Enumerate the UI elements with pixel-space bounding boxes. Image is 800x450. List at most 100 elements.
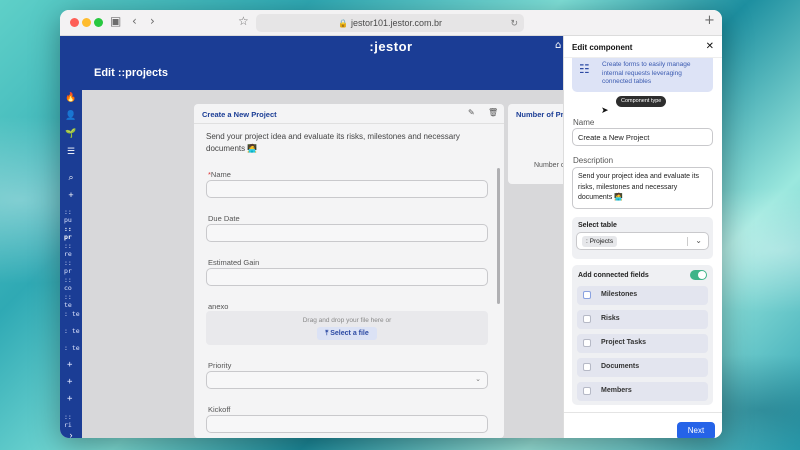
form-description: Send your project idea and evaluate its … — [206, 132, 460, 153]
reload-icon[interactable]: ↻ — [510, 14, 518, 32]
bookmark-star-icon[interactable]: ☆ — [238, 14, 249, 28]
select-table-dropdown[interactable]: : Projects ⌄ — [576, 232, 709, 250]
checkbox[interactable] — [583, 387, 591, 395]
field-label-due-date: Due Date — [208, 214, 240, 223]
list-icon: ☷ — [579, 62, 590, 76]
connected-field-label: Milestones — [601, 291, 638, 298]
new-tab-icon[interactable]: + — [704, 13, 715, 28]
connected-fields-section: Add connected fields Milestones Risks Pr… — [572, 265, 713, 405]
back-icon[interactable]: ‹ — [132, 14, 137, 28]
connected-field-item[interactable]: Risks — [577, 310, 708, 329]
sidebar-item[interactable]: :: pr — [64, 225, 82, 241]
add-icon[interactable]: + — [60, 190, 82, 200]
name-input[interactable] — [206, 180, 488, 198]
flame-icon[interactable]: 🔥 — [60, 92, 82, 103]
home-icon[interactable]: ⌂ — [555, 40, 561, 51]
plant-icon[interactable]: 🌱 — [60, 128, 82, 139]
sidebar-item[interactable]: : te — [64, 327, 80, 335]
card-header: Create a New Project ✎ 🗑 — [194, 104, 504, 124]
panel-footer-divider — [564, 412, 722, 413]
metric-subtitle: Number o — [534, 162, 565, 169]
select-table-section: Select table : Projects ⌄ — [572, 217, 713, 259]
select-table-label: Select table — [578, 222, 617, 229]
description-label: Description — [573, 156, 614, 165]
forward-icon[interactable]: › — [150, 14, 155, 28]
sidebar-item[interactable]: :: co — [64, 276, 82, 292]
sidebar-item[interactable]: + — [67, 394, 72, 404]
panel-header: Edit component ✕ — [564, 36, 722, 58]
file-dropzone[interactable]: Drag and drop your file here or ⤒ Select… — [206, 311, 488, 345]
field-label-name: *Name — [208, 170, 231, 179]
sidebar-item[interactable]: : te — [64, 310, 80, 318]
card-title: Create a New Project — [202, 110, 277, 119]
url-text: jestor101.jestor.com.br — [350, 18, 442, 28]
sidebar-item[interactable]: : te — [64, 344, 80, 352]
close-icon[interactable]: ✕ — [706, 41, 714, 52]
browser-titlebar: ▣ ‹ › ☆ 🔒 jestor101.jestor.com.br ↻ + — [60, 10, 722, 36]
checkbox[interactable] — [583, 291, 591, 299]
zoom-window-button[interactable] — [94, 18, 103, 27]
address-bar[interactable]: 🔒 jestor101.jestor.com.br ↻ — [256, 14, 524, 32]
component-type-tooltip: Component type — [616, 96, 667, 107]
due-date-input[interactable] — [206, 224, 488, 242]
estimated-gain-input[interactable] — [206, 268, 488, 286]
component-type-description: Create forms to easily manage internal r… — [602, 61, 691, 85]
kickoff-input[interactable] — [206, 415, 488, 433]
chevron-down-icon[interactable]: ⌄ — [695, 236, 702, 245]
field-label-estimated-gain: Estimated Gain — [208, 258, 260, 267]
checkbox[interactable] — [583, 363, 591, 371]
sidebar-toggle-icon[interactable]: ▣ — [110, 14, 121, 28]
metric-title: Number of Pr — [516, 110, 564, 119]
panel-title: Edit component — [572, 43, 633, 52]
dropzone-text: Drag and drop your file here or — [302, 317, 392, 324]
trash-icon[interactable]: 🗑 — [488, 108, 498, 117]
database-icon[interactable]: ☰ — [60, 146, 82, 157]
browser-window: ▣ ‹ › ☆ 🔒 jestor101.jestor.com.br ↻ + :je… — [60, 10, 722, 438]
selected-table-chip: : Projects — [582, 236, 618, 247]
connected-fields-toggle[interactable] — [690, 270, 707, 280]
component-type-card[interactable]: ☷ Create forms to easily manage internal… — [572, 58, 713, 92]
connected-field-label: Project Tasks — [601, 339, 647, 346]
connected-field-item[interactable]: Project Tasks — [577, 334, 708, 353]
connected-field-item[interactable]: Documents — [577, 358, 708, 377]
connected-field-label: Members — [601, 387, 632, 394]
sidebar-item[interactable]: :: pr — [64, 259, 82, 275]
select-separator — [687, 237, 688, 246]
name-label: Name — [573, 118, 595, 127]
sidebar-item[interactable]: :: ri — [64, 413, 82, 429]
field-label-priority: Priority — [208, 361, 232, 370]
select-file-button[interactable]: ⤒ Select a file — [317, 327, 377, 340]
sidebar-item[interactable]: + — [67, 360, 72, 370]
sidebar-item[interactable]: :: re — [64, 242, 82, 258]
sidebar: 🔥 👤 🌱 ☰ ⌕ + :: pu :: pr :: re :: pr :: c… — [60, 58, 82, 438]
sidebar-item[interactable]: :: pu — [64, 208, 82, 224]
page-title: Edit ::projects — [94, 67, 168, 79]
next-button[interactable]: Next — [677, 422, 715, 438]
priority-select[interactable]: ⌄ — [206, 371, 488, 389]
connected-field-label: Documents — [601, 363, 640, 370]
checkbox[interactable] — [583, 315, 591, 323]
scrollbar[interactable] — [497, 168, 500, 304]
expand-chevron-icon[interactable]: › — [60, 430, 82, 438]
checkbox[interactable] — [583, 339, 591, 347]
connected-field-item[interactable]: Members — [577, 382, 708, 401]
connected-field-item[interactable]: Milestones — [577, 286, 708, 305]
minimize-window-button[interactable] — [82, 18, 91, 27]
form-component-card[interactable]: Create a New Project ✎ 🗑 Send your proje… — [194, 104, 504, 438]
connected-fields-label: Add connected fields — [578, 272, 649, 279]
mouse-pointer-icon: ➤ — [601, 106, 609, 116]
field-label-anexo: anexo — [208, 302, 229, 311]
close-window-button[interactable] — [70, 18, 79, 27]
chevron-down-icon: ⌄ — [475, 376, 481, 383]
sidebar-item[interactable]: + — [67, 377, 72, 387]
edit-pencil-icon[interactable]: ✎ — [468, 108, 475, 117]
lock-icon: 🔒 — [337, 19, 348, 28]
edit-component-panel: Edit component ✕ ☷ Create forms to easil… — [563, 36, 722, 438]
connected-field-label: Risks — [601, 315, 620, 322]
field-label-kickoff: Kickoff — [208, 405, 231, 414]
search-icon[interactable]: ⌕ — [60, 172, 82, 183]
add-user-icon[interactable]: 👤 — [60, 110, 82, 121]
sidebar-item[interactable]: :: te — [64, 293, 82, 309]
component-description-input[interactable]: Send your project idea and evaluate its … — [572, 167, 713, 209]
component-name-input[interactable]: Create a New Project — [572, 128, 713, 146]
